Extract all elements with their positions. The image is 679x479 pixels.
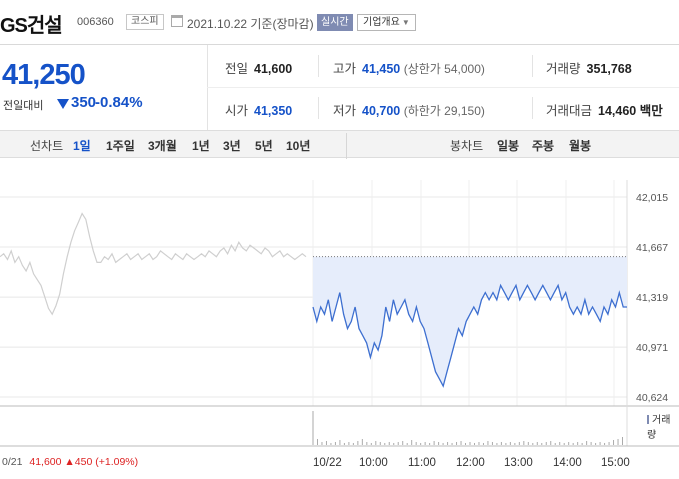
- tab-5year[interactable]: 5년: [255, 137, 273, 154]
- stats-cell-divider: [318, 97, 319, 119]
- y-tick-label: 40,971: [636, 342, 668, 354]
- tab-1day[interactable]: 1일: [73, 137, 91, 154]
- y-tick-label: 41,319: [636, 292, 668, 304]
- reference-date: 2021.10.22 기준(장마감): [187, 17, 314, 31]
- calendar-icon: [171, 15, 183, 27]
- market-badge: 코스피: [126, 14, 164, 30]
- tab-1week[interactable]: 1주일: [106, 137, 135, 154]
- volume-legend: 거래량: [647, 411, 679, 441]
- stat-trade-value: 거래대금 14,460 백만: [546, 100, 663, 119]
- chart-tab-bar: 선차트 1일 1주일 3개월 1년 3년 5년 10년 봉차트 일봉 주봉 월봉: [0, 130, 679, 159]
- y-tick-label: 41,667: [636, 242, 668, 254]
- prev-day-series-line: [0, 212, 307, 316]
- tab-1year[interactable]: 1년: [192, 137, 210, 154]
- company-info-label: 기업개요: [363, 17, 400, 28]
- chevron-down-icon: ▼: [401, 18, 410, 27]
- stats-cell-divider: [532, 97, 533, 119]
- stat-value: 41,450: [362, 62, 401, 76]
- y-tick-label: 42,015: [636, 192, 668, 204]
- upper-limit: (상한가 54,000): [403, 62, 485, 76]
- tab-daily[interactable]: 일봉: [497, 137, 519, 154]
- stat-label: 고가: [333, 62, 357, 76]
- price-change-percent: -0.84%: [95, 94, 143, 111]
- x-tick-label: 10:00: [359, 457, 388, 469]
- prev-day-summary: 0/21 41,600 ▲450 (+1.09%): [2, 456, 138, 468]
- stats-row-divider: [207, 87, 679, 88]
- realtime-button[interactable]: 실시간: [317, 14, 353, 31]
- lower-limit: (하한가 29,150): [403, 104, 485, 118]
- tab-3year[interactable]: 3년: [223, 137, 241, 154]
- stat-label: 저가: [333, 104, 357, 118]
- tab-10year[interactable]: 10년: [286, 137, 310, 154]
- stats-cell-divider: [318, 55, 319, 77]
- prev-day-change: ▲450 (+1.09%): [64, 456, 139, 468]
- tab-divider: [346, 133, 347, 159]
- change-label: 전일대비: [3, 100, 44, 112]
- tab-weekly[interactable]: 주봉: [532, 137, 554, 154]
- x-tick-label: 11:00: [408, 457, 436, 469]
- stock-header: GS건설 006360 코스피 2021.10.22 기준(장마감) 실시간 기…: [0, 0, 679, 44]
- x-tick-label: 12:00: [456, 457, 485, 469]
- stat-value: 40,700: [362, 104, 401, 118]
- stat-open: 시가 41,350: [225, 100, 292, 119]
- stat-low: 저가 40,700 (하한가 29,150): [333, 100, 485, 119]
- stat-value: 41,350: [254, 104, 293, 118]
- x-tick-label: 13:00: [504, 457, 533, 469]
- candle-chart-label: 봉차트: [450, 139, 484, 153]
- stat-label: 거래량: [546, 62, 581, 76]
- x-tick-label: 14:00: [553, 457, 582, 469]
- prev-day-close: 41,600: [29, 456, 62, 468]
- stat-volume: 거래량 351,768: [546, 58, 632, 77]
- line-chart-label: 선차트: [30, 139, 64, 153]
- intraday-price-chart[interactable]: 42,015 41,667 41,319 40,971 40,624 10/22 10:00…: [0, 170, 679, 479]
- stat-label: 전일: [225, 62, 249, 76]
- stat-label: 시가: [225, 104, 249, 118]
- company-name: GS건설: [0, 15, 63, 37]
- x-tick-label: 15:00: [601, 457, 630, 469]
- stat-value: 41,600: [254, 62, 293, 76]
- price-change: 350: [71, 94, 97, 111]
- stat-high: 고가 41,450 (상한가 54,000): [333, 58, 485, 77]
- current-price: 41,250: [2, 59, 86, 91]
- x-tick-label: 10/22: [313, 457, 342, 469]
- today-series-area: [313, 256, 627, 387]
- stock-code: 006360: [77, 16, 114, 28]
- company-info-dropdown[interactable]: 기업개요 ▼: [357, 14, 416, 31]
- tab-monthly[interactable]: 월봉: [569, 137, 591, 154]
- y-tick-label: 40,624: [636, 392, 668, 404]
- stat-value: 14,460 백만: [598, 104, 663, 118]
- stat-value: 351,768: [586, 62, 632, 76]
- prev-day-label: 0/21: [2, 456, 23, 468]
- down-arrow-icon: [57, 99, 69, 109]
- price-summary: 41,250 전일대비 350 -0.84% 전일 41,600 고가 41,450…: [0, 44, 679, 131]
- tab-3month[interactable]: 3개월: [148, 137, 177, 154]
- stat-prev-close: 전일 41,600: [225, 58, 292, 77]
- stat-label: 거래대금: [546, 104, 593, 118]
- stats-cell-divider: [532, 55, 533, 77]
